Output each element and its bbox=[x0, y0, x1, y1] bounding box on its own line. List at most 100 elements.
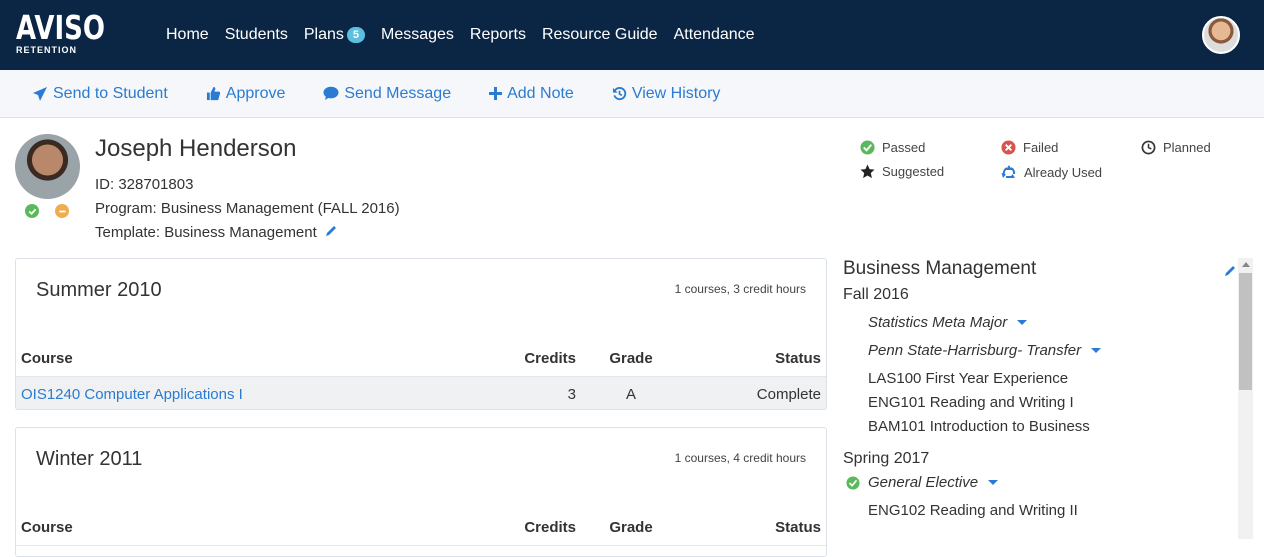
legend-passed-label: Passed bbox=[882, 140, 926, 155]
caret-down-icon[interactable] bbox=[1091, 347, 1102, 353]
student-status-icons bbox=[25, 204, 69, 218]
student-program: Program: Business Management (FALL 2016) bbox=[95, 200, 400, 217]
course-credits: 3 bbox=[567, 385, 576, 403]
nav-reports[interactable]: Reports bbox=[470, 26, 526, 44]
approve-label: Approve bbox=[225, 84, 286, 102]
legend-already-used: Already Used bbox=[1001, 164, 1102, 180]
failed-x-icon bbox=[1001, 140, 1016, 155]
term-header: Winter 2011 1 courses, 4 credit hours bbox=[16, 428, 826, 510]
caret-down-icon[interactable] bbox=[1017, 319, 1028, 325]
course-grade: A bbox=[625, 385, 636, 403]
student-template: Template: Business Management bbox=[95, 221, 400, 245]
term-header: Summer 2010 1 courses, 3 credit hours bbox=[16, 259, 826, 341]
scroll-up-arrow-icon[interactable] bbox=[1242, 262, 1250, 267]
table-header: Course Credits Grade Status bbox=[16, 510, 826, 546]
send-to-student-button[interactable]: Send to Student bbox=[32, 85, 168, 103]
semester-title: Fall 2016 bbox=[843, 286, 909, 303]
thumbs-up-icon bbox=[206, 86, 220, 101]
legend-suggested: Suggested bbox=[860, 164, 944, 179]
plan-course-item: LAS100 First Year Experience bbox=[868, 369, 1069, 387]
nav-resource-guide-label: Resource Guide bbox=[541, 26, 658, 43]
minus-circle-icon bbox=[55, 204, 69, 218]
plan-panel: Business Management Fall 2016 Statistics… bbox=[843, 256, 1223, 522]
view-history-label: View History bbox=[631, 84, 721, 102]
legend-failed: Failed bbox=[1001, 140, 1058, 155]
col-grade[interactable]: Grade bbox=[576, 519, 686, 536]
requirement-item[interactable]: Statistics Meta Major bbox=[868, 308, 1223, 336]
legend-passed: Passed bbox=[860, 140, 925, 155]
col-status[interactable]: Status bbox=[686, 519, 826, 536]
col-credits[interactable]: Credits bbox=[486, 519, 576, 536]
nav-plans[interactable]: Plans 5 bbox=[304, 26, 365, 44]
nav-plans-label: Plans bbox=[303, 26, 344, 43]
clock-icon bbox=[1141, 140, 1156, 155]
plan-course-item: ENG101 Reading and Writing I bbox=[868, 393, 1074, 411]
requirement-label: Penn State-Harrisburg- Transfer bbox=[868, 341, 1082, 359]
student-name: Joseph Henderson bbox=[95, 135, 297, 162]
add-note-label: Add Note bbox=[507, 84, 574, 102]
check-circle-icon bbox=[25, 204, 39, 218]
chat-bubble-icon bbox=[323, 86, 339, 100]
send-message-button[interactable]: Send Message bbox=[323, 85, 451, 103]
student-info: Joseph Henderson ID: 328701803 Program: … bbox=[95, 134, 400, 245]
requirement-item[interactable]: Penn State-Harrisburg- Transfer bbox=[868, 336, 1223, 364]
semester-title: Spring 2017 bbox=[843, 450, 930, 467]
course-link[interactable]: OIS1240 Computer Applications I bbox=[16, 386, 486, 403]
nav-reports-label: Reports bbox=[469, 26, 526, 43]
passed-check-icon bbox=[860, 140, 875, 155]
requirement-label: Statistics Meta Major bbox=[868, 313, 1008, 331]
plan-title: Business Management bbox=[843, 258, 1037, 279]
action-toolbar: Send to Student Approve Send Message Add… bbox=[0, 70, 1264, 118]
pencil-icon[interactable] bbox=[324, 224, 338, 238]
paper-plane-icon bbox=[33, 86, 47, 101]
passed-check-icon bbox=[846, 476, 860, 490]
nav-home-label: Home bbox=[166, 26, 209, 43]
star-icon bbox=[860, 164, 875, 179]
approve-button[interactable]: Approve bbox=[206, 84, 286, 103]
logo-text: AVISO bbox=[16, 9, 105, 48]
nav-students[interactable]: Students bbox=[225, 26, 288, 44]
legend-suggested-label: Suggested bbox=[882, 164, 945, 179]
term-summary: 1 courses, 3 credit hours bbox=[674, 282, 806, 296]
table-header: Course Credits Grade Status bbox=[16, 341, 826, 377]
term-title: Summer 2010 bbox=[36, 279, 162, 301]
legend-failed-label: Failed bbox=[1023, 140, 1059, 155]
student-photo bbox=[15, 134, 80, 199]
course-status: Complete bbox=[756, 385, 821, 403]
requirement-label: General Elective bbox=[868, 473, 979, 491]
table-row: OIS1240 Computer Applications I 3 A Comp… bbox=[16, 377, 826, 409]
term-title: Winter 2011 bbox=[36, 448, 143, 470]
nav-messages-label: Messages bbox=[381, 26, 454, 43]
student-profile: Joseph Henderson ID: 328701803 Program: … bbox=[15, 134, 815, 244]
plans-count-badge: 5 bbox=[346, 27, 365, 43]
recycle-icon bbox=[1001, 165, 1016, 178]
plan-scrollbar-thumb[interactable] bbox=[1239, 273, 1252, 390]
legend-planned-label: Planned bbox=[1163, 140, 1211, 155]
term-panel-winter-2011: Winter 2011 1 courses, 4 credit hours Co… bbox=[15, 427, 827, 557]
legend-already-used-label: Already Used bbox=[1024, 164, 1103, 180]
col-course[interactable]: Course bbox=[16, 519, 486, 536]
nav-home[interactable]: Home bbox=[166, 26, 209, 44]
col-grade[interactable]: Grade bbox=[576, 350, 686, 367]
caret-down-icon[interactable] bbox=[988, 479, 999, 485]
student-template-label: Template: Business Management bbox=[95, 224, 317, 241]
aviso-logo[interactable]: AVISO RETENTION bbox=[16, 12, 105, 55]
send-message-label: Send Message bbox=[344, 84, 452, 102]
legend-planned: Planned bbox=[1141, 140, 1211, 155]
nav-attendance[interactable]: Attendance bbox=[674, 26, 755, 44]
history-icon bbox=[612, 86, 627, 101]
col-status[interactable]: Status bbox=[686, 350, 826, 367]
top-navbar: AVISO RETENTION Home Students Plans 5 Mes… bbox=[0, 0, 1264, 70]
nav-resource-guide[interactable]: Resource Guide bbox=[542, 26, 658, 44]
col-credits[interactable]: Credits bbox=[486, 350, 576, 367]
nav-messages[interactable]: Messages bbox=[381, 26, 454, 44]
col-course[interactable]: Course bbox=[16, 350, 486, 367]
user-avatar[interactable] bbox=[1202, 16, 1240, 54]
view-history-button[interactable]: View History bbox=[612, 84, 721, 103]
add-note-button[interactable]: Add Note bbox=[489, 85, 574, 103]
nav-students-label: Students bbox=[224, 26, 288, 43]
edit-plan-pencil-icon[interactable] bbox=[1223, 264, 1237, 278]
student-id: ID: 328701803 bbox=[95, 176, 194, 193]
nav-attendance-label: Attendance bbox=[673, 26, 755, 43]
requirement-item[interactable]: General Elective bbox=[846, 468, 1223, 496]
